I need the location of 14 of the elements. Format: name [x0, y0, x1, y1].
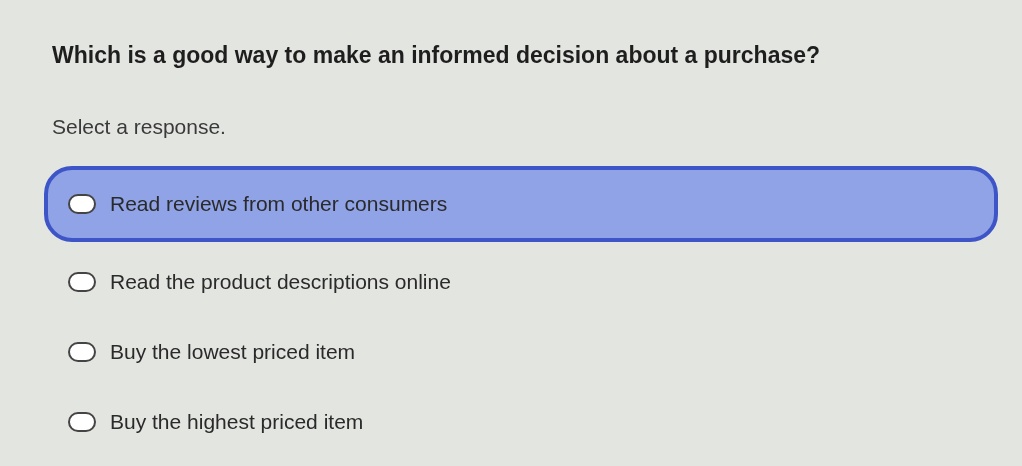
answer-option[interactable]: Read the product descriptions online: [44, 252, 998, 312]
answer-option[interactable]: Buy the lowest priced item: [44, 322, 998, 382]
instruction-text: Select a response.: [52, 113, 227, 140]
answer-option[interactable]: Read reviews from other consumers: [44, 166, 998, 242]
question-text: Which is a good way to make an informed decision about a purchase?: [52, 41, 822, 70]
option-label: Buy the lowest priced item: [110, 339, 356, 366]
option-label: Read the product descriptions online: [110, 269, 451, 296]
option-label: Buy the highest priced item: [110, 409, 364, 436]
radio-button[interactable]: [68, 342, 96, 362]
answer-option[interactable]: Buy the highest priced item: [44, 392, 998, 452]
option-label: Read reviews from other consumers: [110, 191, 448, 218]
radio-button[interactable]: [68, 412, 96, 432]
radio-button[interactable]: [68, 194, 96, 214]
radio-button[interactable]: [68, 272, 96, 292]
